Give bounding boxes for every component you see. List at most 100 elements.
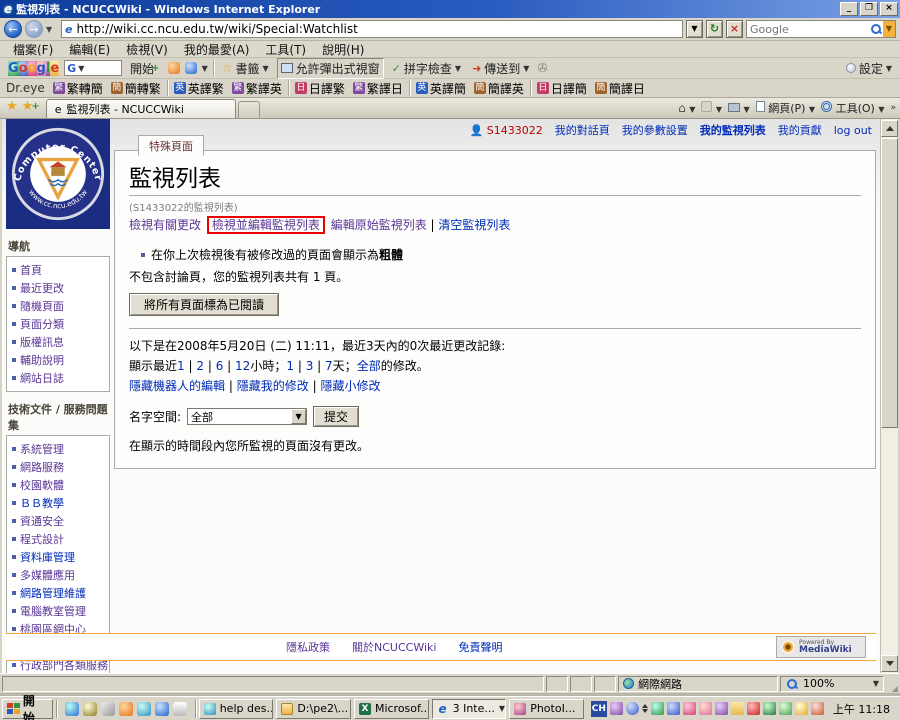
- url-dropdown-button[interactable]: ▼: [686, 20, 703, 38]
- tray-icon[interactable]: [715, 702, 728, 715]
- tools-menu-button[interactable]: 工具(O) ▼: [821, 100, 884, 116]
- tray-icon[interactable]: [779, 702, 792, 715]
- task-photoimpact[interactable]: PhotoI...: [509, 699, 584, 719]
- sidebar-item-computer-classroom[interactable]: 電腦教室管理: [9, 602, 107, 620]
- sidebar-item-help[interactable]: 輔助說明: [9, 351, 107, 369]
- dreye-trad-to-en[interactable]: 繁繁譯英: [230, 80, 284, 97]
- language-indicator[interactable]: CH: [591, 701, 607, 717]
- logout-link[interactable]: log out: [834, 124, 872, 137]
- google-start-button[interactable]: 開始+: [127, 59, 162, 78]
- menu-view[interactable]: 檢視(V): [119, 40, 175, 59]
- sidebar-item-bb-teaching[interactable]: ＢＢ教學: [9, 494, 107, 512]
- feeds-button[interactable]: ▼: [701, 101, 722, 115]
- sendto-button[interactable]: ➜傳送到▼: [469, 59, 532, 78]
- hide-minor-edits-link[interactable]: 隱藏小修改: [320, 379, 380, 393]
- task-internet-explorer-group[interactable]: e3 Inte...▼: [432, 699, 507, 719]
- tab-special-page[interactable]: 特殊頁面: [138, 135, 204, 156]
- dreye-simp-to-jp[interactable]: 簡簡譯日: [593, 80, 647, 97]
- gadget-dropdown-icon[interactable]: ▼: [202, 64, 208, 73]
- help-tray-icon[interactable]: [626, 702, 639, 715]
- hours-6-link[interactable]: 6: [216, 359, 224, 373]
- sidebar-item-network-services[interactable]: 網路服務: [9, 458, 107, 476]
- dreye-jp-to-simp[interactable]: 日日譯簡: [535, 80, 589, 97]
- gadget-icon[interactable]: [185, 62, 197, 74]
- media-app-icon[interactable]: [137, 702, 151, 716]
- browser-tab[interactable]: e 監視列表 - NCUCCWiki: [46, 99, 236, 118]
- dreye-simp-to-en[interactable]: 簡簡譯英: [472, 80, 526, 97]
- refresh-button[interactable]: ↻: [706, 20, 723, 38]
- days-1-link[interactable]: 1: [286, 359, 294, 373]
- clear-watchlist-link[interactable]: 清空監視列表: [438, 218, 510, 232]
- task-excel[interactable]: XMicrosof...: [354, 699, 429, 719]
- back-button[interactable]: ←: [4, 20, 22, 38]
- menu-help[interactable]: 說明(H): [315, 40, 371, 59]
- menu-file[interactable]: 檔案(F): [6, 40, 60, 59]
- dreye-jp-to-trad[interactable]: 日日譯繁: [293, 80, 347, 97]
- menu-favorites[interactable]: 我的最愛(A): [177, 40, 257, 59]
- home-button[interactable]: ⌂ ▼: [678, 101, 695, 115]
- days-7-link[interactable]: 7: [325, 359, 333, 373]
- favorites-icon[interactable]: ★: [6, 99, 18, 114]
- menu-tools[interactable]: 工具(T): [258, 40, 313, 59]
- hours-1-link[interactable]: 1: [177, 359, 185, 373]
- hours-12-link[interactable]: 12: [235, 359, 250, 373]
- forward-button[interactable]: →: [25, 20, 43, 38]
- scroll-up-icon[interactable]: [881, 120, 898, 137]
- sidebar-item-system-admin[interactable]: 系統管理: [9, 440, 107, 458]
- start-button[interactable]: 開始: [2, 699, 53, 719]
- tray-icon[interactable]: [731, 702, 744, 715]
- tray-icon[interactable]: [667, 702, 680, 715]
- ie-quicklaunch-icon[interactable]: [155, 702, 169, 716]
- view-edit-watchlist-link[interactable]: 檢視並編輯監視列表: [212, 218, 320, 232]
- sidebar-item-recent-changes[interactable]: 最近更改: [9, 279, 107, 297]
- paperclip-icon[interactable]: ✇: [537, 61, 547, 75]
- tray-icon[interactable]: [763, 702, 776, 715]
- toolbar-overflow-icon[interactable]: »: [890, 103, 896, 113]
- sidebar-item-home[interactable]: 首頁: [9, 261, 107, 279]
- history-dropdown-icon[interactable]: ▼: [46, 25, 58, 34]
- my-preferences-link[interactable]: 我的參數設置: [622, 122, 688, 138]
- task-help-desk[interactable]: help des...: [199, 699, 274, 719]
- new-tab-button[interactable]: [238, 101, 260, 118]
- tray-icon[interactable]: [811, 702, 824, 715]
- pagerank-icon[interactable]: [168, 62, 180, 74]
- dreye-en-to-trad[interactable]: 英英譯繁: [172, 80, 226, 97]
- tray-icon[interactable]: [747, 702, 760, 715]
- print-button[interactable]: ▼: [728, 102, 750, 115]
- minimize-button[interactable]: _: [840, 2, 858, 16]
- menu-edit[interactable]: 編輯(E): [62, 40, 117, 59]
- view-related-changes-link[interactable]: 檢視有關更改: [129, 218, 201, 232]
- tray-icon[interactable]: [699, 702, 712, 715]
- mark-all-read-button[interactable]: 將所有頁面標為已閱讀: [129, 293, 279, 316]
- task-folder[interactable]: D:\pe2\...: [276, 699, 351, 719]
- messenger-icon[interactable]: [65, 702, 79, 716]
- dreye-simp-to-trad[interactable]: 簡簡轉繁: [109, 80, 163, 97]
- sidebar-item-programming[interactable]: 程式設計: [9, 530, 107, 548]
- taskbar-clock[interactable]: 上午 11:18: [827, 701, 894, 717]
- tray-icon[interactable]: [795, 702, 808, 715]
- restore-button[interactable]: ❐: [860, 2, 878, 16]
- notes-icon[interactable]: [101, 702, 115, 716]
- dreye-en-to-simp[interactable]: 英英譯簡: [414, 80, 468, 97]
- search-icon[interactable]: [871, 24, 881, 34]
- clock-app-icon[interactable]: [83, 702, 97, 716]
- tray-app-icon[interactable]: [610, 702, 623, 715]
- dreye-trad-to-simp[interactable]: 繁繁轉簡: [51, 80, 105, 97]
- stop-button[interactable]: ×: [726, 20, 743, 38]
- page-menu-button[interactable]: 網頁(P) ▼: [756, 100, 815, 116]
- privacy-policy-link[interactable]: 隱私政策: [286, 639, 330, 655]
- sidebar-item-multimedia[interactable]: 多媒體應用: [9, 566, 107, 584]
- google-search-input[interactable]: [747, 23, 869, 36]
- sidebar-item-database-admin[interactable]: 資料庫管理: [9, 548, 107, 566]
- tray-icon[interactable]: [683, 702, 696, 715]
- resize-grip[interactable]: [886, 676, 898, 692]
- my-watchlist-link[interactable]: 我的監視列表: [700, 122, 766, 138]
- spellcheck-button[interactable]: ✓拼字檢查▼: [389, 59, 464, 78]
- hide-my-edits-link[interactable]: 隱藏我的修改: [237, 379, 309, 393]
- my-talk-link[interactable]: 我的對話頁: [555, 122, 610, 138]
- tray-icon[interactable]: [651, 702, 664, 715]
- sidebar-item-categories[interactable]: 頁面分類: [9, 315, 107, 333]
- close-button[interactable]: ×: [880, 2, 898, 16]
- search-options-icon[interactable]: ▼: [883, 21, 895, 37]
- sidebar-item-copyright[interactable]: 版權訊息: [9, 333, 107, 351]
